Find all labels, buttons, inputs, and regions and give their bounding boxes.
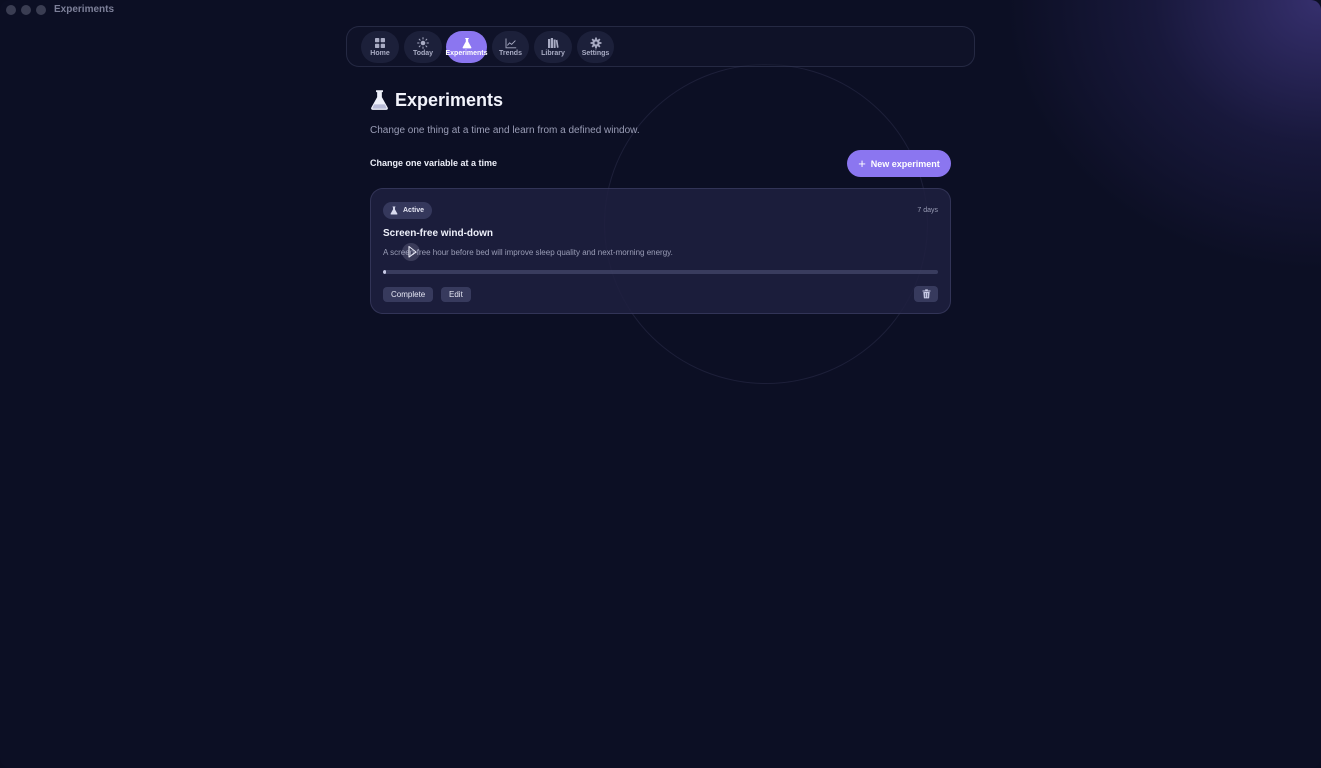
delete-button[interactable] — [914, 286, 938, 302]
page-heading: Experiments — [370, 89, 503, 111]
status-text: Active — [403, 207, 425, 214]
top-nav: Home Today Experiments Trends Library Se… — [346, 26, 975, 67]
zoom-window-button[interactable] — [36, 5, 46, 15]
experiment-card: Active 7 days Screen-free wind-down A sc… — [370, 188, 951, 314]
status-badge: Active — [383, 202, 433, 219]
plus-icon: + — [858, 156, 866, 171]
nav-item-library[interactable]: Library — [534, 31, 572, 63]
nav-item-trends[interactable]: Trends — [492, 31, 529, 63]
new-experiment-button[interactable]: + New experiment — [847, 150, 951, 177]
page-subtitle: Change one thing at a time and learn fro… — [370, 125, 640, 136]
edit-button[interactable]: Edit — [441, 287, 471, 302]
app-window: Experiments Home Today Experiments Trend… — [0, 0, 1321, 768]
complete-button[interactable]: Complete — [383, 287, 434, 302]
trash-icon — [921, 289, 931, 299]
chart-line-icon — [505, 38, 516, 48]
sun-icon — [417, 36, 429, 49]
nav-label-library: Library — [541, 49, 565, 57]
grid-icon — [375, 37, 385, 48]
experiment-title: Screen-free wind-down — [383, 228, 494, 239]
gear-icon — [590, 37, 601, 48]
nav-item-experiments[interactable]: Experiments — [445, 31, 488, 63]
close-window-button[interactable] — [6, 5, 16, 15]
window-title: Experiments — [54, 4, 115, 15]
progress-bar-fill — [383, 270, 386, 274]
nav-label-experiments: Experiments — [445, 49, 488, 57]
page-title: Experiments — [395, 89, 504, 110]
progress-bar — [383, 270, 938, 274]
nav-item-home[interactable]: Home — [361, 31, 399, 63]
flask-icon — [462, 37, 471, 48]
books-icon — [548, 37, 559, 48]
nav-label-home: Home — [370, 49, 390, 57]
new-experiment-label: New experiment — [870, 158, 940, 169]
nav-item-settings[interactable]: Settings — [577, 31, 614, 63]
experiment-description: A screen-free hour before bed will impro… — [383, 248, 673, 257]
flask-icon — [390, 206, 398, 215]
duration-text: 7 days — [917, 207, 938, 214]
nav-label-today: Today — [412, 49, 434, 57]
title-bar: Experiments — [0, 0, 1321, 22]
section-title: Change one variable at a time — [370, 158, 498, 168]
minimize-window-button[interactable] — [21, 5, 31, 15]
nav-item-today[interactable]: Today — [404, 31, 442, 63]
flask-icon — [371, 90, 388, 110]
nav-label-trends: Trends — [499, 49, 522, 57]
nav-label-settings: Settings — [581, 49, 610, 57]
